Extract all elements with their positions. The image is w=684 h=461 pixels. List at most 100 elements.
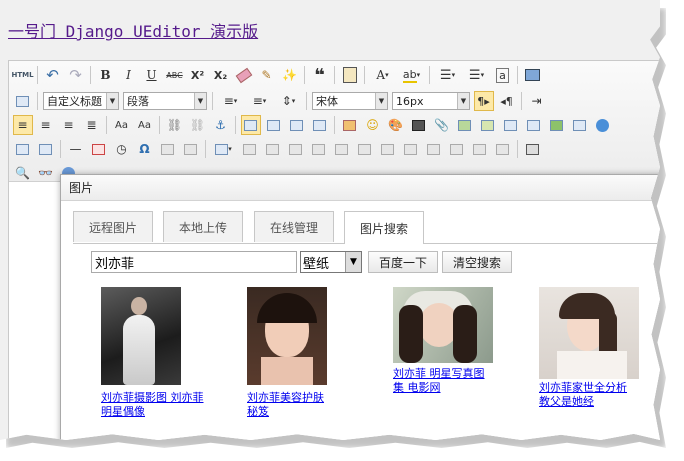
- insert-video-button[interactable]: [409, 115, 429, 135]
- strikethrough-button[interactable]: ABC: [165, 65, 185, 85]
- split-cells-button[interactable]: [447, 139, 467, 159]
- rtl-direction-button[interactable]: ◂¶: [497, 91, 517, 111]
- source-code-button[interactable]: HTML: [11, 65, 33, 85]
- tab-local-upload[interactable]: 本地上传: [163, 211, 243, 242]
- align-left-button[interactable]: ≡: [12, 115, 33, 135]
- align-justify-button[interactable]: ≣: [82, 115, 102, 135]
- line-height-button[interactable]: ⇕ ▾: [276, 91, 302, 111]
- result-caption[interactable]: 刘亦菲 明星写真图集 电影网: [393, 367, 493, 395]
- redo-button[interactable]: ↷: [66, 65, 86, 85]
- editor-toolbar: HTML ↶ ↷ B I U ABC X² X₂ ✎ ✨ ❝ A ▾ ab ▾ …: [9, 61, 660, 182]
- paragraph-select[interactable]: 段落 ▼: [123, 92, 207, 110]
- word-image-button[interactable]: [181, 139, 201, 159]
- row-spacing-bottom-button[interactable]: ≡ ▾: [247, 91, 273, 111]
- align-justify-icon: ≣: [86, 118, 97, 132]
- template-button[interactable]: [13, 139, 33, 159]
- delete-table-button[interactable]: [240, 139, 260, 159]
- tab-image-search[interactable]: 图片搜索: [344, 211, 424, 244]
- insert-image-button[interactable]: [340, 115, 360, 135]
- result-thumbnail[interactable]: [539, 287, 639, 379]
- align-right-button[interactable]: ≡: [59, 115, 79, 135]
- link-button[interactable]: ⛓: [165, 115, 185, 135]
- anchor-button[interactable]: ⚓: [211, 115, 231, 135]
- uppercase-button[interactable]: Aa: [112, 115, 132, 135]
- special-chars-button[interactable]: Ω: [135, 139, 155, 159]
- delete-col-button[interactable]: [355, 139, 375, 159]
- align-center-button[interactable]: ≡: [36, 115, 56, 135]
- ordered-list-button[interactable]: ☰ ▾: [435, 65, 461, 85]
- background-button[interactable]: [36, 139, 56, 159]
- tab-online-manage[interactable]: 在线管理: [254, 211, 334, 242]
- date-button[interactable]: [89, 139, 109, 159]
- insert-paragraph-before-table-button[interactable]: [263, 139, 283, 159]
- eraser-button[interactable]: [234, 65, 254, 85]
- attachment-button[interactable]: 📎: [432, 115, 452, 135]
- insert-table-button[interactable]: ▾: [211, 139, 237, 159]
- split-rows-button[interactable]: [470, 139, 490, 159]
- result-caption[interactable]: 刘亦菲家世全分析 教父是她经: [539, 381, 639, 409]
- map-button[interactable]: [455, 115, 475, 135]
- lowercase-button[interactable]: Aa: [135, 115, 155, 135]
- image-left-button[interactable]: [264, 115, 284, 135]
- gmap-button[interactable]: [478, 115, 498, 135]
- font-family-select[interactable]: 宋体 ▼: [312, 92, 388, 110]
- row-spacing-button[interactable]: ≡ ▾: [218, 91, 244, 111]
- insert-row-button[interactable]: [286, 139, 306, 159]
- italic-button[interactable]: I: [119, 65, 139, 85]
- result-caption[interactable]: 刘亦菲美容护肤秘笈: [247, 391, 327, 419]
- superscript-button[interactable]: X²: [188, 65, 208, 85]
- auto-format-button[interactable]: ✨: [280, 65, 300, 85]
- font-color-button[interactable]: A ▾: [370, 65, 396, 85]
- split-cols-button[interactable]: [493, 139, 513, 159]
- bold-button[interactable]: B: [96, 65, 116, 85]
- preview-button[interactable]: [523, 65, 543, 85]
- highlight-color-button[interactable]: ab ▾: [399, 65, 425, 85]
- underline-button[interactable]: U: [142, 65, 162, 85]
- result-caption[interactable]: 刘亦菲摄影图 刘亦菲 明星偶像: [101, 391, 211, 419]
- result-thumbnail[interactable]: [247, 287, 327, 385]
- horizontal-rule-button[interactable]: —: [66, 139, 86, 159]
- indent-button[interactable]: ⇥: [527, 91, 547, 111]
- subscript-button[interactable]: X₂: [211, 65, 231, 85]
- emotion-button[interactable]: ☺: [363, 115, 383, 135]
- insert-frame-button[interactable]: [501, 115, 521, 135]
- help-button[interactable]: [593, 115, 613, 135]
- merge-cells-button[interactable]: [378, 139, 398, 159]
- image-none-button[interactable]: [240, 115, 261, 135]
- result-thumbnail[interactable]: [393, 287, 493, 363]
- category-select[interactable]: 壁纸 ▼: [300, 251, 362, 273]
- find-button[interactable]: 👓: [36, 163, 56, 183]
- image-center-button[interactable]: [310, 115, 330, 135]
- custom-style-select[interactable]: 自定义标题 ▼: [43, 92, 119, 110]
- paste-plain-button[interactable]: [340, 65, 360, 85]
- page-break-button[interactable]: [570, 115, 590, 135]
- page-title-link[interactable]: 一号门 Django UEditor 演示版: [8, 18, 258, 42]
- format-brush-button[interactable]: ✎: [257, 65, 277, 85]
- blockquote-button[interactable]: ❝: [310, 65, 330, 86]
- font-size-select[interactable]: 16px ▼: [392, 92, 470, 110]
- delete-row-button[interactable]: [309, 139, 329, 159]
- merge-right-button[interactable]: [401, 139, 421, 159]
- ltr-direction-button[interactable]: ¶▸: [473, 91, 494, 111]
- web-app-button[interactable]: [547, 115, 567, 135]
- insert-col-button[interactable]: [332, 139, 352, 159]
- unlink-button[interactable]: ⛓: [188, 115, 208, 135]
- clear-search-button[interactable]: 清空搜索: [442, 251, 513, 273]
- unordered-list-button[interactable]: ☰ ▾: [464, 65, 490, 85]
- print-button[interactable]: [523, 139, 543, 159]
- search-input[interactable]: 刘亦菲: [91, 251, 297, 273]
- time-button[interactable]: ◷: [112, 139, 132, 159]
- scrawl-button[interactable]: 🎨: [386, 115, 406, 135]
- row-spacing-top-button[interactable]: [13, 91, 33, 111]
- paragraph-value: 段落: [127, 95, 149, 108]
- undo-button[interactable]: ↶: [43, 65, 63, 85]
- insert-code-button[interactable]: [524, 115, 544, 135]
- tab-remote-image[interactable]: 远程图片: [73, 211, 153, 242]
- image-right-button[interactable]: [287, 115, 307, 135]
- merge-down-button[interactable]: [424, 139, 444, 159]
- search-replace-button[interactable]: 🔍: [13, 163, 33, 183]
- result-thumbnail[interactable]: [101, 287, 181, 385]
- select-all-button[interactable]: a: [493, 65, 513, 85]
- snapscreen-button[interactable]: [158, 139, 178, 159]
- baidu-search-button[interactable]: 百度一下: [368, 251, 439, 273]
